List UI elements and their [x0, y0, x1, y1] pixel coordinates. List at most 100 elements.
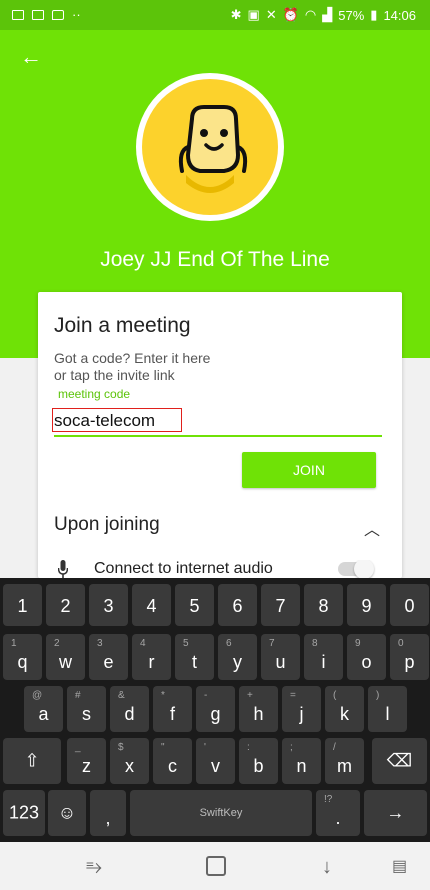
key-o-alt-label: 9 — [355, 638, 361, 649]
key-z[interactable]: _ z — [67, 738, 106, 784]
key-i-label: i — [321, 652, 326, 672]
key-k-label: k — [340, 704, 349, 724]
key-num-4-label: 4 — [146, 596, 157, 616]
media-notification-icon — [32, 9, 44, 20]
key-d[interactable]: & d — [110, 686, 149, 732]
comma-key[interactable]: , — [90, 790, 126, 836]
key-w[interactable]: 2w — [46, 634, 85, 680]
key-n-label: n — [296, 756, 307, 776]
robot-face-icon — [178, 105, 248, 193]
swiftkey-keyboard: 1 2 3 4 5 6 7 8 9 0 1 q 2 w 3 e 4 r 5 t 6 y 7 u 8 i 9 o 0 p @ a # s & d * f - g… — [0, 578, 430, 842]
key-n[interactable]: ; n — [282, 738, 321, 784]
key-i[interactable]: 8i — [304, 634, 343, 680]
emoji-key[interactable]: ☺ — [48, 790, 86, 836]
key-q-label: q — [17, 652, 28, 672]
key-z-label: z — [82, 756, 91, 776]
key-b-alt-label: : — [247, 742, 250, 753]
description-line-1: Got a code? Enter it here — [54, 350, 211, 366]
key-g-alt-label: - — [204, 690, 208, 701]
key-num-5[interactable]: 5 — [175, 584, 214, 626]
key-x[interactable]: $ x — [110, 738, 149, 784]
key-r[interactable]: 4r — [132, 634, 171, 680]
key-q-alt-label: 1 — [11, 638, 17, 649]
key-h[interactable]: + h — [239, 686, 278, 732]
key-d-label: d — [124, 704, 135, 724]
key-o[interactable]: 9o — [347, 634, 386, 680]
key-s-alt-label: # — [75, 690, 81, 701]
audio-toggle[interactable] — [338, 560, 374, 579]
key-p[interactable]: 0p — [390, 634, 429, 680]
user-name: Joey JJ End Of The Line — [100, 248, 330, 271]
meeting-code-input[interactable] — [54, 407, 382, 437]
key-y[interactable]: 6y — [218, 634, 257, 680]
clock: 14:06 — [383, 7, 416, 23]
key-p-alt-label: 0 — [398, 638, 404, 649]
space-key[interactable]: SwiftKey — [130, 790, 312, 836]
key-h-label: h — [253, 704, 264, 724]
battery-percent: 57% — [338, 7, 365, 23]
recent-apps-icon[interactable]: ⥱ — [86, 856, 102, 879]
key-u[interactable]: 7u — [261, 634, 300, 680]
key-v-label: v — [211, 756, 220, 776]
key-c-alt-label: " — [161, 742, 165, 753]
back-arrow-icon[interactable]: ← — [20, 46, 42, 68]
join-button[interactable]: JOIN — [242, 452, 376, 488]
key-e-alt-label: 3 — [97, 638, 103, 649]
nfc-icon: ▣ — [247, 7, 260, 22]
key-num-0[interactable]: 0 — [390, 584, 429, 626]
key-num-3[interactable]: 3 — [89, 584, 128, 626]
key-t[interactable]: 5t — [175, 634, 214, 680]
key-a[interactable]: @ a — [24, 686, 63, 732]
period-key-label: . — [335, 808, 341, 828]
key-num-9[interactable]: 9 — [347, 584, 386, 626]
key-k[interactable]: (k — [325, 686, 364, 732]
enter-key[interactable]: → — [364, 790, 427, 836]
key-h-alt-label: + — [247, 690, 253, 701]
key-l[interactable]: ) l — [368, 686, 407, 732]
message-notification-icon — [52, 9, 64, 20]
hide-keyboard-icon[interactable]: ↓ — [322, 856, 332, 879]
key-c[interactable]: " c — [153, 738, 192, 784]
key-x-alt-label: $ — [118, 742, 124, 753]
key-num-2-label: 2 — [60, 596, 71, 616]
key-r-label: r — [148, 652, 155, 672]
key-b-label: b — [253, 756, 264, 776]
alarm-icon: ⏰ — [282, 7, 299, 22]
key-s[interactable]: # s — [67, 686, 106, 732]
period-key[interactable]: !?. — [316, 790, 360, 836]
key-num-6-label: 6 — [232, 596, 243, 616]
key-num-6[interactable]: 6 — [218, 584, 257, 626]
card-title: Join a meeting — [54, 314, 191, 337]
key-v[interactable]: ' v — [196, 738, 235, 784]
mute-icon: ✕ — [265, 7, 277, 22]
backspace-key[interactable]: ⌫ — [372, 738, 427, 784]
key-num-4[interactable]: 4 — [132, 584, 171, 626]
period-key-alt-label: !? — [324, 794, 333, 805]
key-e[interactable]: 3e — [89, 634, 128, 680]
key-num-1[interactable]: 1 — [3, 584, 42, 626]
chevron-up-icon[interactable]: ︿ — [364, 516, 380, 540]
home-icon[interactable] — [206, 856, 226, 876]
gallery-notification-icon — [12, 9, 24, 20]
battery-icon: ▮ — [370, 7, 378, 22]
key-num-5-label: 5 — [189, 596, 200, 616]
key-r-alt-label: 4 — [140, 638, 146, 649]
key-g[interactable]: -g — [196, 686, 235, 732]
key-num-7[interactable]: 7 — [261, 584, 300, 626]
key-num-8[interactable]: 8 — [304, 584, 343, 626]
key-f[interactable]: * f — [153, 686, 192, 732]
keyboard-switch-icon[interactable]: ▤ — [392, 856, 407, 876]
microphone-icon — [58, 560, 68, 578]
key-m-label: m — [337, 756, 352, 776]
key-q[interactable]: 1q — [3, 634, 42, 680]
card-description: Got a code? Enter it here or tap the inv… — [54, 350, 314, 384]
key-w-alt-label: 2 — [54, 638, 60, 649]
status-bar: ·· ✱ ▣ ✕ ⏰ ◠ ▟ 57% ▮ 14:06 — [0, 0, 430, 30]
symbols-key[interactable]: 123 — [3, 790, 45, 836]
key-j[interactable]: = j — [282, 686, 321, 732]
key-b[interactable]: :b — [239, 738, 278, 784]
key-num-8-label: 8 — [318, 596, 329, 616]
key-m[interactable]: / m — [325, 738, 364, 784]
key-num-2[interactable]: 2 — [46, 584, 85, 626]
shift-key[interactable]: ⇧ — [3, 738, 61, 784]
